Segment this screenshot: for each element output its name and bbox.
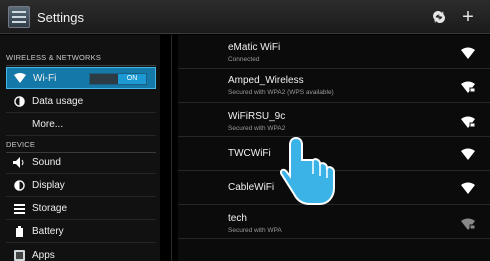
action-bar: Settings +: [0, 0, 490, 34]
wifi-toggle[interactable]: ON: [89, 73, 147, 85]
pane-divider: [171, 35, 172, 261]
network-name: Amped_Wireless: [228, 75, 304, 86]
sidebar-item-label: More...: [32, 119, 64, 130]
network-status: Connected: [228, 56, 260, 63]
wifi-secured-signal-icon: [461, 218, 475, 230]
network-status: Secured with WPA2: [228, 125, 286, 132]
network-name: TWCWiFi: [228, 148, 271, 159]
network-row[interactable]: Amped_Wireless Secured with WPA2 (WPS av…: [178, 69, 490, 103]
wifi-signal-icon: [461, 47, 475, 59]
network-name: eMatic WiFi: [228, 42, 281, 53]
network-status: Secured with WPA2 (WPS available): [228, 89, 334, 96]
page-title: Settings: [37, 10, 84, 25]
add-icon[interactable]: +: [457, 6, 479, 28]
sidebar-item-apps[interactable]: Apps: [6, 244, 156, 261]
sidebar-item-more[interactable]: More...: [6, 114, 156, 136]
sidebar-item-label: Apps: [32, 249, 55, 261]
wifi-secured-signal-icon: [461, 116, 475, 128]
sidebar-item-battery[interactable]: Battery: [6, 221, 156, 243]
sidebar-item-label: Battery: [32, 226, 64, 237]
section-header-wireless: WIRELESS & NETWORKS: [6, 48, 156, 66]
sidebar-item-data-usage[interactable]: Data usage: [6, 91, 156, 113]
storage-icon: [13, 203, 25, 215]
network-row[interactable]: eMatic WiFi Connected: [178, 35, 490, 69]
data-usage-icon: [13, 96, 25, 108]
network-row[interactable]: tech Secured with WPA: [178, 205, 490, 239]
tap-hand-icon: [280, 136, 335, 205]
network-status: Secured with WPA: [228, 227, 282, 234]
wifi-secured-signal-icon: [461, 81, 475, 93]
sidebar-item-label: Sound: [32, 157, 61, 168]
sync-icon[interactable]: [428, 6, 450, 28]
network-row[interactable]: WiFiRSU_9c Secured with WPA2: [178, 103, 490, 137]
sidebar-item-label: Wi-Fi: [33, 72, 57, 84]
wifi-toggle-state: ON: [118, 74, 146, 84]
wifi-signal-icon: [461, 148, 475, 160]
sidebar-item-sound[interactable]: Sound: [6, 152, 156, 174]
sidebar-item-wifi[interactable]: Wi-Fi ON: [6, 67, 156, 89]
battery-icon: [13, 226, 25, 238]
sidebar-item-label: Display: [32, 180, 65, 191]
sidebar-item-display[interactable]: Display: [6, 175, 156, 197]
sidebar-item-storage[interactable]: Storage: [6, 198, 156, 220]
apps-icon: [13, 249, 25, 261]
speaker-icon: [13, 157, 25, 169]
brightness-icon: [13, 180, 25, 192]
settings-sidebar: WIRELESS & NETWORKS Wi-Fi ON Data usage …: [0, 35, 160, 261]
network-name: tech: [228, 213, 247, 224]
network-name: CableWiFi: [228, 182, 275, 193]
network-name: WiFiRSU_9c: [228, 111, 286, 122]
section-header-device: DEVICE: [6, 135, 156, 153]
wifi-signal-icon: [461, 182, 475, 194]
sidebar-item-label: Storage: [32, 203, 68, 214]
wifi-icon: [14, 72, 26, 84]
sidebar-item-label: Data usage: [32, 96, 84, 107]
settings-app-icon[interactable]: [8, 6, 30, 28]
